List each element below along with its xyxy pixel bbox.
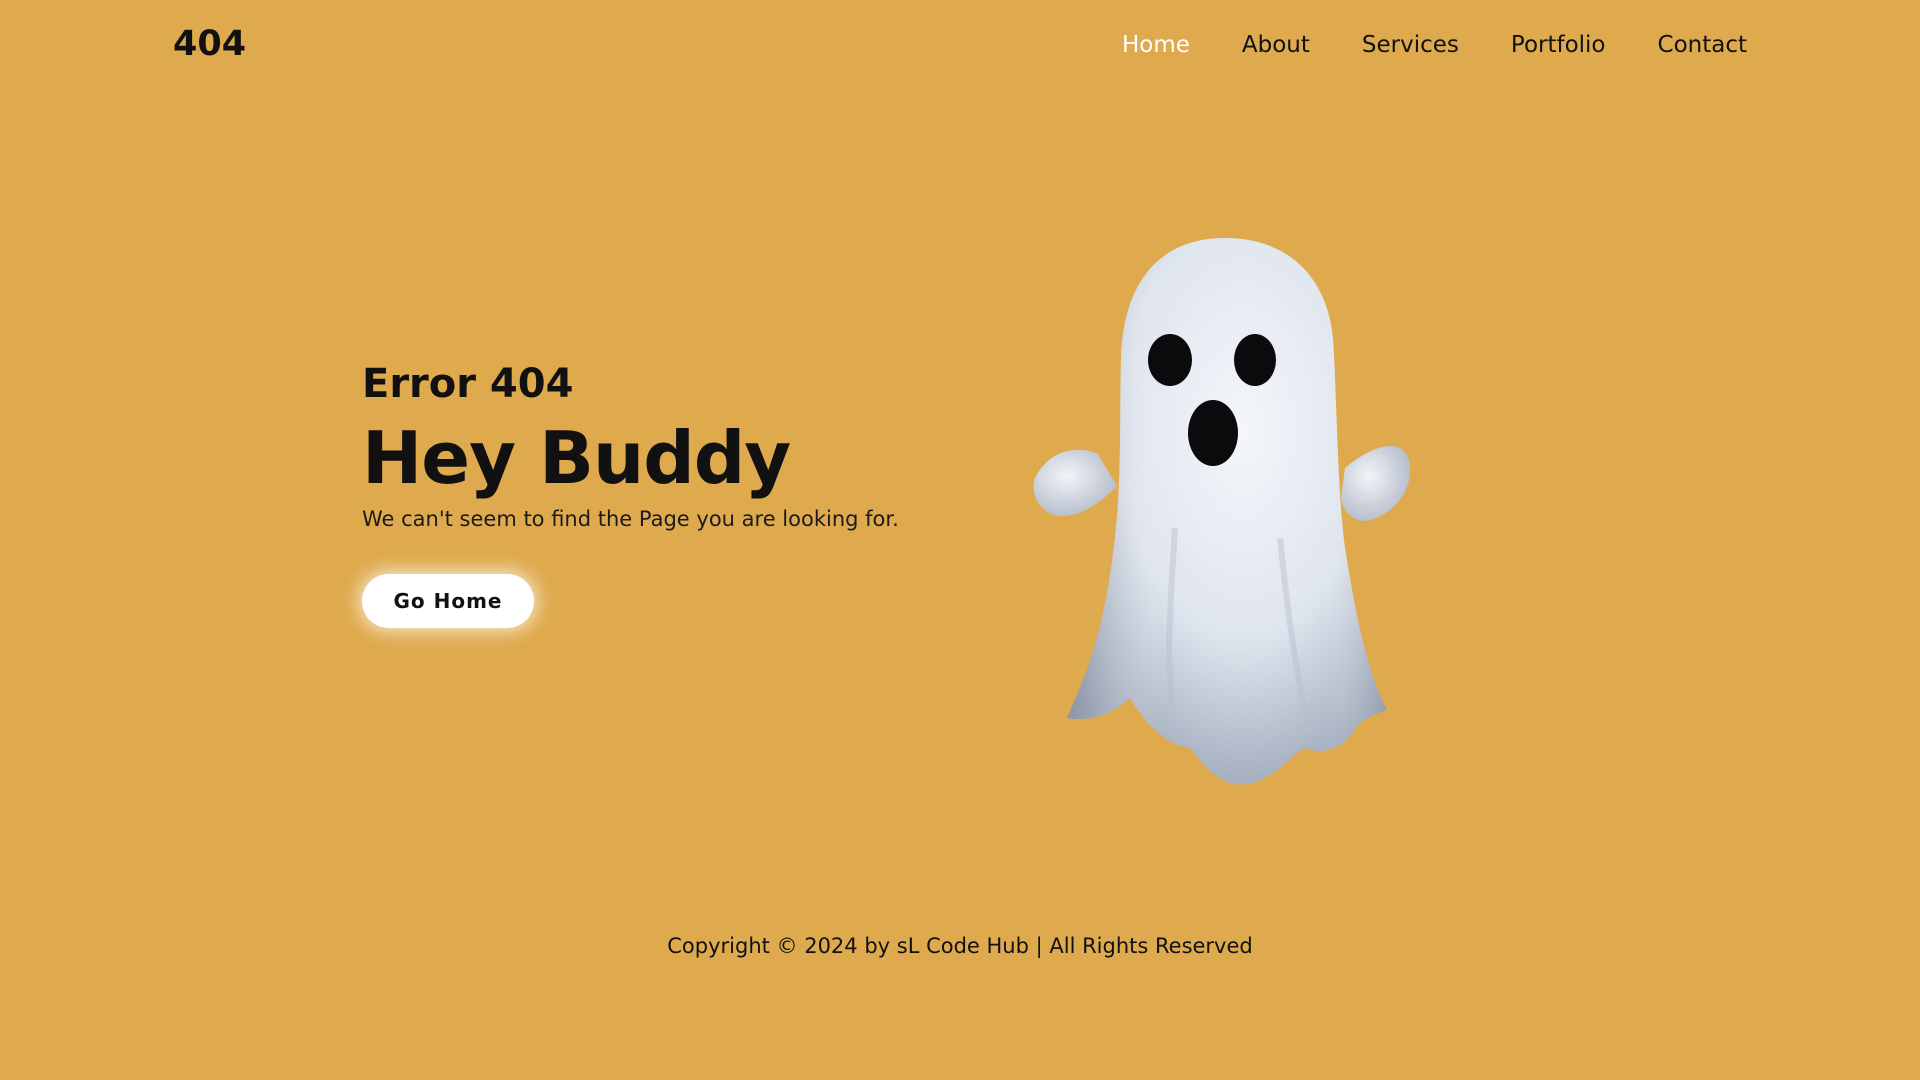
copyright-text: Copyright © 2024 by sL Code Hub | All Ri… — [667, 934, 1253, 958]
nav-portfolio-link[interactable]: Portfolio — [1511, 32, 1606, 58]
error-code-heading: Error 404 — [362, 361, 574, 407]
main-nav: Home About Services Portfolio Contact — [1122, 32, 1747, 58]
site-logo[interactable]: 404 — [173, 24, 246, 64]
ghost-illustration — [1025, 228, 1425, 798]
error-message: We can't seem to find the Page you are l… — [362, 507, 899, 531]
site-header: 404 Home About Services Portfolio Contac… — [0, 0, 1920, 96]
page-title: Hey Buddy — [362, 416, 791, 500]
error-page: 404 Home About Services Portfolio Contac… — [0, 0, 1920, 1080]
nav-about-link[interactable]: About — [1242, 32, 1310, 58]
hero-section: Error 404 Hey Buddy We can't seem to fin… — [362, 356, 922, 534]
nav-home-link[interactable]: Home — [1122, 32, 1190, 58]
go-home-button[interactable]: Go Home — [362, 574, 534, 628]
ghost-icon — [1033, 238, 1411, 785]
nav-contact-link[interactable]: Contact — [1658, 32, 1747, 58]
nav-services-link[interactable]: Services — [1362, 32, 1459, 58]
site-footer: Copyright © 2024 by sL Code Hub | All Ri… — [0, 934, 1920, 958]
